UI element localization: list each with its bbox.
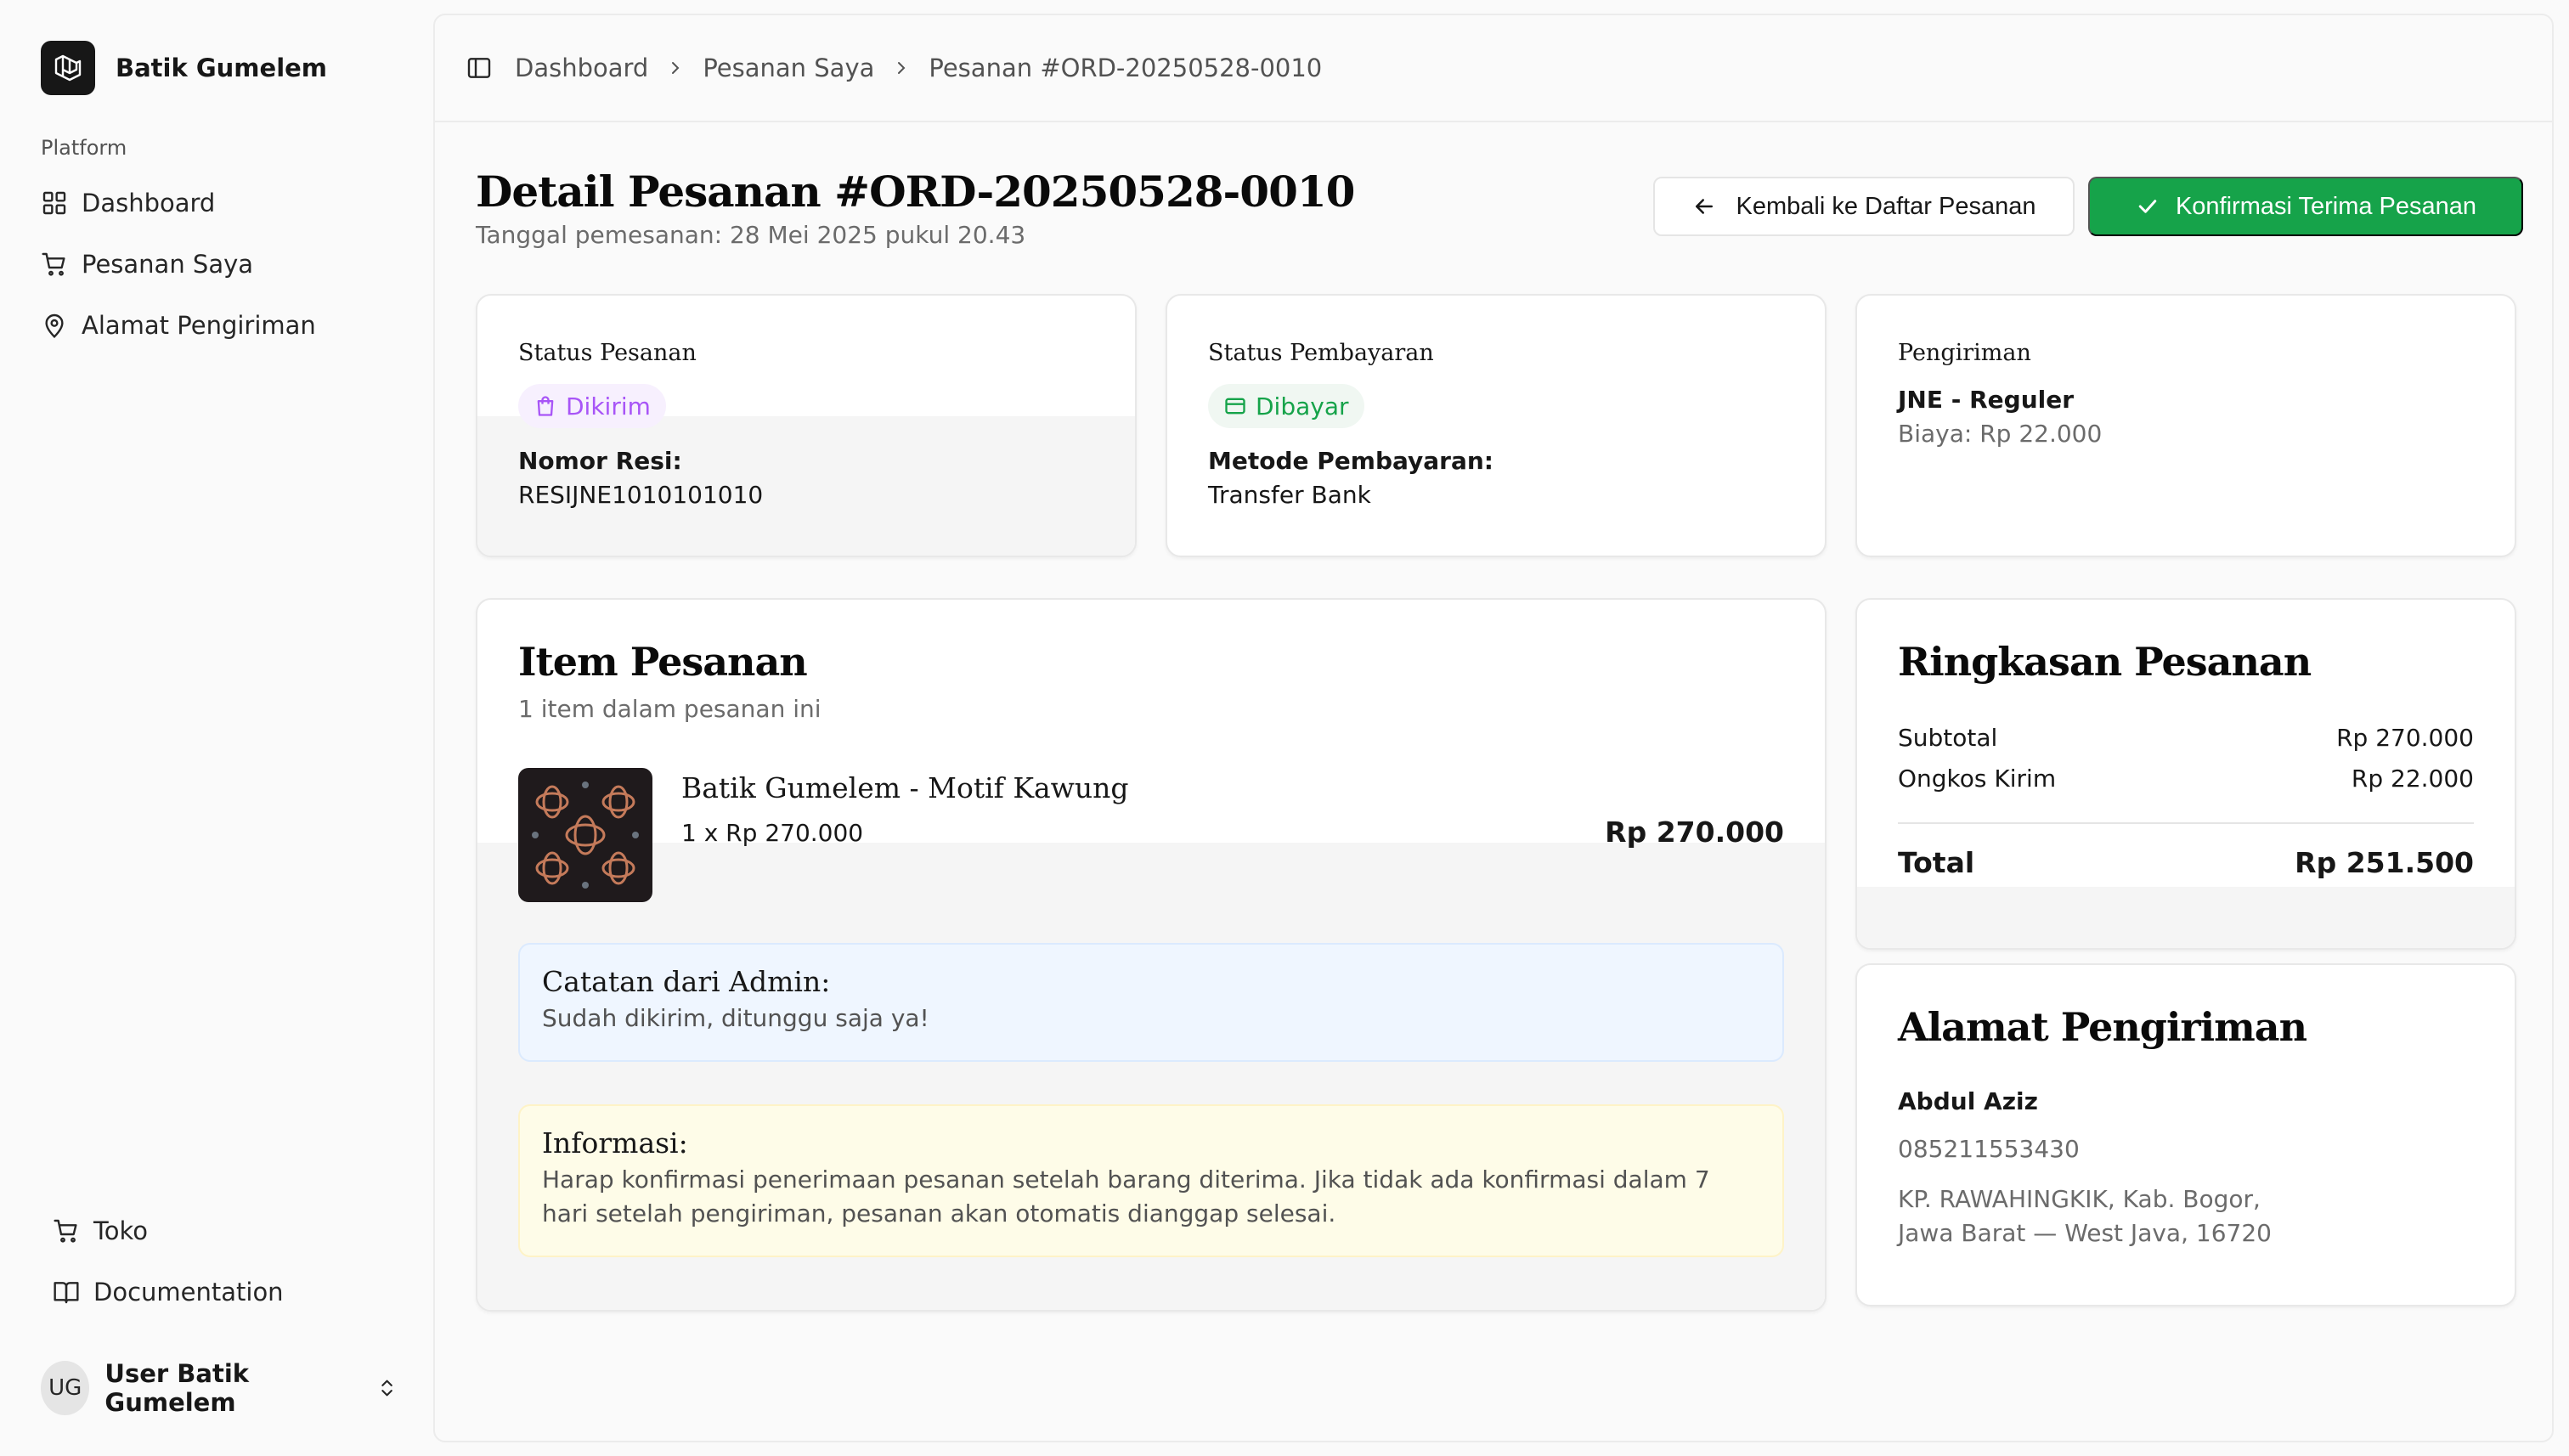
order-summary-card: Ringkasan Pesanan Subtotal Rp 270.000 On… <box>1855 598 2516 950</box>
product-qty-price: 1 x Rp 270.000 <box>681 819 864 847</box>
shipping-card: Pengiriman JNE - Reguler Biaya: Rp 22.00… <box>1855 294 2516 557</box>
list-item[interactable]: Batik Gumelem - Motif Kawung 1 x Rp 270.… <box>518 768 1784 902</box>
layout-grid-icon <box>42 191 66 215</box>
address-title: Alamat Pengiriman <box>1898 1004 2307 1050</box>
payment-status-label: Status Pembayaran <box>1208 340 1434 366</box>
payment-method-value: Transfer Bank <box>1208 481 1371 509</box>
sidebar-item-alamat-pengiriman[interactable]: Alamat Pengiriman <box>41 302 415 349</box>
map-pin-icon <box>45 313 64 338</box>
payment-method-label: Metode Pembayaran: <box>1208 447 1493 475</box>
product-name: Batik Gumelem - Motif Kawung <box>681 771 1129 804</box>
breadcrumb-pesanan-saya[interactable]: Pesanan Saya <box>703 54 874 82</box>
brand-name: Batik Gumelem <box>116 54 328 82</box>
address-line-1: KP. RAWAHINGKIK, Kab. Bogor, <box>1898 1185 2261 1213</box>
total-value: Rp 251.500 <box>2295 846 2474 879</box>
shopping-cart-icon <box>54 1219 77 1243</box>
shipping-label: Pengiriman <box>1898 340 2031 366</box>
subtotal-row: Subtotal Rp 270.000 <box>1898 724 2474 752</box>
resi-value: RESIJNE1010101010 <box>518 481 764 509</box>
recipient-name: Abdul Aziz <box>1898 1087 2038 1115</box>
sidebar-toggle-icon[interactable] <box>466 54 493 82</box>
user-menu[interactable]: UG User Batik Gumelem <box>41 1359 398 1417</box>
admin-note: Catatan dari Admin: Sudah dikirim, ditun… <box>518 943 1784 1062</box>
address-text: KP. RAWAHINGKIK, Kab. Bogor, Jawa Barat … <box>1898 1182 2272 1250</box>
status-badge-label: Dikirim <box>566 392 651 420</box>
breadcrumb-dashboard[interactable]: Dashboard <box>515 54 648 82</box>
info-note-title: Informasi: <box>542 1126 688 1160</box>
items-title: Item Pesanan <box>518 639 808 685</box>
divider <box>1898 822 2474 824</box>
admin-note-title: Catatan dari Admin: <box>542 965 831 998</box>
breadcrumb: Dashboard Pesanan Saya Pesanan #ORD-2025… <box>435 15 2552 122</box>
confirm-receipt-button[interactable]: Konfirmasi Terima Pesanan <box>2088 177 2523 236</box>
address-line-2: Jawa Barat — West Java, 16720 <box>1898 1219 2272 1247</box>
back-to-orders-button[interactable]: Kembali ke Daftar Pesanan <box>1653 177 2075 236</box>
courier-name: JNE - Reguler <box>1898 386 2075 414</box>
user-name: User Batik Gumelem <box>104 1359 250 1417</box>
shipping-fee-label: Ongkos Kirim <box>1898 765 2057 793</box>
shopping-cart-icon <box>42 252 65 276</box>
payment-badge-label: Dibayar <box>1256 392 1349 420</box>
sidebar-item-documentation[interactable]: Documentation <box>53 1268 426 1316</box>
recipient-phone: 085211553430 <box>1898 1135 2080 1163</box>
card-lower-band <box>1857 887 2515 948</box>
sidebar-item-toko[interactable]: Toko <box>53 1207 426 1255</box>
sidebar-item-label: Pesanan Saya <box>82 250 254 279</box>
product-image <box>518 768 652 902</box>
sidebar-item-label: Alamat Pengiriman <box>82 311 316 340</box>
shipping-cost: Biaya: Rp 22.000 <box>1898 420 2103 448</box>
shipping-fee-value: Rp 22.000 <box>2351 765 2474 793</box>
info-note-body: Harap konfirmasi penerimaan pesanan sete… <box>542 1165 1710 1227</box>
total-row: Total Rp 251.500 <box>1898 846 2474 879</box>
sidebar-group-label: Platform <box>41 136 127 160</box>
book-open-icon <box>54 1282 79 1304</box>
shipping-address-card: Alamat Pengiriman Abdul Aziz 08521155343… <box>1855 963 2516 1306</box>
subtotal-value: Rp 270.000 <box>2336 724 2474 752</box>
sidebar-item-label: Toko <box>93 1216 149 1245</box>
page-title: Detail Pesanan #ORD-20250528-0010 <box>476 166 1355 217</box>
arrow-left-icon <box>1696 199 1714 214</box>
status-badge: Dikirim <box>518 384 666 428</box>
laravel-logo-icon <box>41 41 95 95</box>
items-count: 1 item dalam pesanan ini <box>518 695 822 723</box>
shipping-fee-row: Ongkos Kirim Rp 22.000 <box>1898 765 2474 793</box>
chevrons-up-down-icon <box>381 1380 392 1397</box>
product-total: Rp 270.000 <box>1605 815 1784 849</box>
credit-card-icon <box>1225 398 1245 415</box>
check-icon <box>2138 200 2157 213</box>
info-note: Informasi: Harap konfirmasi penerimaan p… <box>518 1104 1784 1257</box>
sidebar-item-label: Dashboard <box>82 189 216 217</box>
admin-note-body: Sudah dikirim, ditunggu saja ya! <box>542 1004 929 1032</box>
order-status-card: Status Pesanan Dikirim Nomor Resi: RESIJ… <box>476 294 1137 557</box>
confirm-button-label: Konfirmasi Terima Pesanan <box>2175 192 2477 220</box>
order-status-label: Status Pesanan <box>518 340 697 366</box>
chevron-right-icon <box>898 62 906 74</box>
sidebar-item-label: Documentation <box>93 1278 284 1306</box>
avatar: UG <box>41 1361 90 1415</box>
breadcrumb-current: Pesanan #ORD-20250528-0010 <box>929 54 1323 82</box>
subtotal-label: Subtotal <box>1898 724 1998 752</box>
sidebar-item-pesanan-saya[interactable]: Pesanan Saya <box>41 240 415 288</box>
back-button-label: Kembali ke Daftar Pesanan <box>1736 192 2036 220</box>
payment-status-card: Status Pembayaran Dibayar Metode Pembaya… <box>1166 294 1827 557</box>
sidebar: Batik Gumelem Platform Dashboard Pesanan… <box>0 0 433 1456</box>
total-label: Total <box>1898 846 1975 879</box>
brand[interactable]: Batik Gumelem <box>41 41 327 95</box>
resi-label: Nomor Resi: <box>518 447 682 475</box>
payment-badge: Dibayar <box>1208 384 1364 428</box>
sidebar-item-dashboard[interactable]: Dashboard <box>41 179 415 227</box>
shopping-bag-icon <box>537 396 554 416</box>
order-items-card: Item Pesanan 1 item dalam pesanan ini Ba… <box>476 598 1827 1312</box>
order-date: Tanggal pemesanan: 28 Mei 2025 pukul 20.… <box>476 221 1026 249</box>
chevron-right-icon <box>672 62 680 74</box>
main-panel: Dashboard Pesanan Saya Pesanan #ORD-2025… <box>433 14 2554 1442</box>
summary-title: Ringkasan Pesanan <box>1898 639 2312 685</box>
